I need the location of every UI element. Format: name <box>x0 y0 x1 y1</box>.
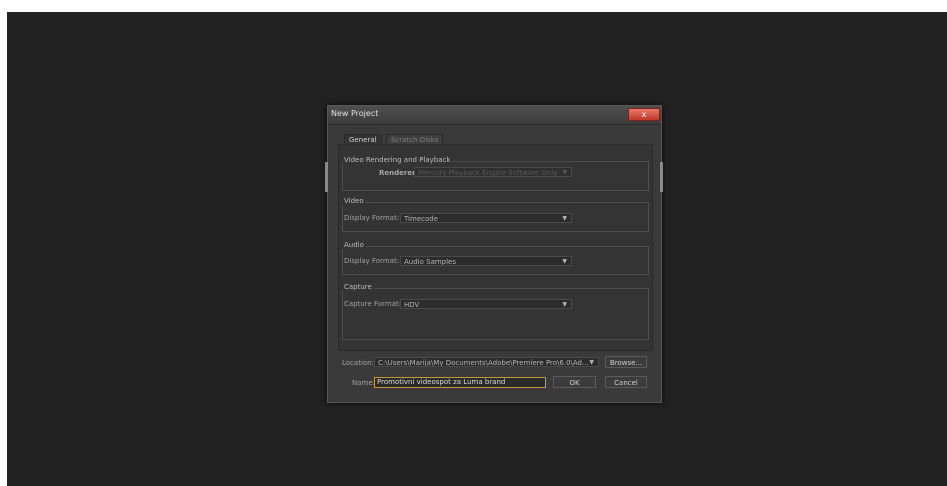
chevron-down-icon: ▼ <box>589 359 594 366</box>
video-rendering-group-label: Video Rendering and Playback <box>342 156 453 164</box>
chevron-down-icon: ▼ <box>562 301 567 308</box>
video-display-format-label: Display Format: <box>344 214 400 222</box>
location-select[interactable]: C:\Users\Marija\My Documents\Adobe\Premi… <box>374 357 599 367</box>
resize-handle-right[interactable] <box>660 162 663 192</box>
video-group-label: Video <box>342 197 366 205</box>
chevron-down-icon: ▼ <box>562 258 567 265</box>
new-project-dialog: New Project x General Scratch Disks Vide… <box>325 105 663 403</box>
renderer-select[interactable]: Mercury Playback Engine Software Only ▼ <box>414 167 572 177</box>
resize-handle-left[interactable] <box>325 162 328 192</box>
location-label: Location: <box>342 359 374 367</box>
audio-display-format-select[interactable]: Audio Samples ▼ <box>400 256 572 266</box>
location-value: C:\Users\Marija\My Documents\Adobe\Premi… <box>378 359 589 367</box>
capture-format-select[interactable]: HDV ▼ <box>400 299 572 309</box>
capture-format-value: HDV <box>404 301 420 309</box>
video-display-format-value: Timecode <box>404 215 439 223</box>
video-display-format-select[interactable]: Timecode ▼ <box>400 213 572 223</box>
general-panel: Video Rendering and Playback Renderer: M… <box>338 144 653 351</box>
dialog-title: New Project <box>331 109 379 118</box>
close-button[interactable]: x <box>628 108 660 121</box>
renderer-value: Mercury Playback Engine Software Only <box>418 169 558 177</box>
chevron-down-icon: ▼ <box>562 169 567 176</box>
screen-background: New Project x General Scratch Disks Vide… <box>7 12 947 486</box>
close-icon: x <box>641 110 647 119</box>
browse-button[interactable]: Browse... <box>605 356 647 368</box>
capture-group-label: Capture <box>342 283 374 291</box>
renderer-label: Renderer: <box>379 169 419 177</box>
capture-group <box>342 288 649 340</box>
audio-display-format-value: Audio Samples <box>404 258 457 266</box>
ok-button[interactable]: OK <box>553 376 596 388</box>
chevron-down-icon: ▼ <box>562 215 567 222</box>
audio-group-label: Audio <box>342 241 366 249</box>
audio-display-format-label: Display Format: <box>344 257 400 265</box>
name-label: Name: <box>352 379 376 387</box>
capture-format-label: Capture Format: <box>344 300 402 308</box>
cancel-button[interactable]: Cancel <box>605 376 647 388</box>
project-name-input[interactable]: Promotivni videospot za Luma brand <box>374 377 546 388</box>
title-bar[interactable]: New Project x <box>328 106 661 125</box>
